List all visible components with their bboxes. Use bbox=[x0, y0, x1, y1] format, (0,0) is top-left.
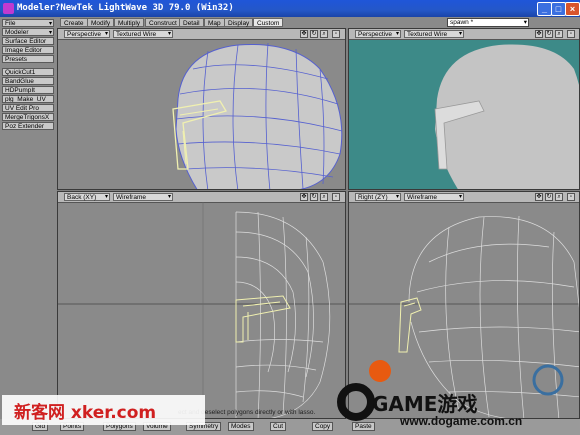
move-view-icon[interactable]: ✥ bbox=[300, 193, 308, 201]
axis-label: (XY) bbox=[83, 194, 97, 201]
tab-bar: Create Modify Multiply Construct Detail … bbox=[57, 17, 580, 28]
close-button[interactable]: × bbox=[565, 2, 580, 16]
file-menu[interactable]: File bbox=[2, 19, 54, 27]
render-mode-select[interactable]: Textured Wire bbox=[404, 30, 464, 38]
maximize-view-icon[interactable]: ▫ bbox=[567, 193, 575, 201]
maximize-button[interactable]: □ bbox=[551, 2, 566, 16]
quickcut-button[interactable]: QuickCut1 bbox=[2, 68, 54, 76]
render-mode-select[interactable]: Wireframe bbox=[404, 193, 464, 201]
tab-map[interactable]: Map bbox=[204, 18, 225, 27]
view-type-select[interactable]: Back (XY) bbox=[64, 193, 110, 201]
merge-trigons-button[interactable]: MergeTrigonsX bbox=[2, 113, 54, 121]
tab-construct[interactable]: Construct bbox=[145, 18, 181, 27]
bandglue-button[interactable]: BandGlue bbox=[2, 77, 54, 85]
zoom-view-icon[interactable]: ⌕ bbox=[555, 30, 563, 38]
uv-edit-pro-button[interactable]: UV Edit Pro bbox=[2, 104, 54, 112]
viewport-back[interactable]: Back (XY) Wireframe ✥ ↻ ⌕ ▫ bbox=[57, 191, 346, 419]
move-view-icon[interactable]: ✥ bbox=[535, 193, 543, 201]
rotate-view-icon[interactable]: ↻ bbox=[545, 193, 553, 201]
dogame-brand: GAME游戏 bbox=[372, 392, 478, 416]
presets-button[interactable]: Presets bbox=[2, 55, 54, 63]
maximize-view-icon[interactable]: ▫ bbox=[567, 30, 575, 38]
minimize-button[interactable]: _ bbox=[537, 2, 552, 16]
view-name: Back bbox=[67, 194, 82, 201]
make-uv-button[interactable]: plg_Make_UV_ bbox=[2, 95, 54, 103]
maximize-view-icon[interactable]: ▫ bbox=[332, 30, 340, 38]
head-model-perspective bbox=[172, 42, 343, 189]
spawn-select[interactable]: spawn * bbox=[447, 18, 529, 27]
tab-display[interactable]: Display bbox=[224, 18, 254, 27]
modeler-menu[interactable]: Modeler bbox=[2, 28, 54, 36]
tab-multiply[interactable]: Multiply bbox=[114, 18, 145, 27]
head-render-perspective bbox=[434, 44, 579, 189]
tab-modify[interactable]: Modify bbox=[87, 18, 115, 27]
poz-extender-button[interactable]: Poz Extender bbox=[2, 122, 54, 130]
zoom-view-icon[interactable]: ⌕ bbox=[555, 193, 563, 201]
viewport-perspective-right[interactable]: Perspective Textured Wire ✥ ↻ ⌕ ▫ bbox=[348, 28, 580, 190]
move-view-icon[interactable]: ✥ bbox=[535, 30, 543, 38]
tab-create[interactable]: Create bbox=[60, 18, 88, 27]
zoom-view-icon[interactable]: ⌕ bbox=[320, 30, 328, 38]
rotate-view-icon[interactable]: ↻ bbox=[545, 30, 553, 38]
tab-detail[interactable]: Detail bbox=[179, 18, 204, 27]
render-mode-select[interactable]: Wireframe bbox=[113, 193, 173, 201]
app-icon bbox=[3, 3, 14, 14]
dogame-url: www.dogame.com.cn bbox=[400, 414, 523, 428]
surface-editor-button[interactable]: Surface Editor bbox=[2, 37, 54, 45]
view-type-select[interactable]: Right (ZY) bbox=[355, 193, 401, 201]
title-bar: Modeler?NewTek LightWave 3D 79.0 (Win32)… bbox=[0, 0, 580, 17]
axis-label: (ZY) bbox=[375, 194, 388, 201]
copy-button[interactable]: Copy bbox=[312, 422, 334, 431]
watermark-xker: 新客网 xker.com bbox=[2, 395, 205, 425]
maximize-view-icon[interactable]: ▫ bbox=[332, 193, 340, 201]
view-type-select[interactable]: Perspective bbox=[64, 30, 110, 38]
modes-button[interactable]: Modes bbox=[228, 422, 254, 431]
move-view-icon[interactable]: ✥ bbox=[300, 30, 308, 38]
window-title: Modeler?NewTek LightWave 3D 79.0 (Win32) bbox=[17, 3, 234, 13]
render-mode-select[interactable]: Textured Wire bbox=[113, 30, 173, 38]
view-type-select[interactable]: Perspective bbox=[355, 30, 401, 38]
image-editor-button[interactable]: Image Editor bbox=[2, 46, 54, 54]
view-name: Right bbox=[358, 194, 374, 201]
watermark-dogame: GAME游戏 www.dogame.com.cn bbox=[336, 352, 576, 430]
rotate-view-icon[interactable]: ↻ bbox=[310, 193, 318, 201]
hdpumpit-button[interactable]: HDPumpIt bbox=[2, 86, 54, 94]
toolbar-sidebar: File Modeler Surface Editor Image Editor… bbox=[0, 17, 57, 427]
head-wireframe-back bbox=[58, 202, 345, 418]
viewport-perspective-left[interactable]: Perspective Textured Wire ✥ ↻ ⌕ ▫ bbox=[57, 28, 346, 190]
rotate-view-icon[interactable]: ↻ bbox=[310, 30, 318, 38]
tab-custom[interactable]: Custom bbox=[253, 18, 284, 27]
watermark-xker-text: 新客网 xker.com bbox=[14, 403, 157, 423]
zoom-view-icon[interactable]: ⌕ bbox=[320, 193, 328, 201]
cut-button[interactable]: Cut bbox=[270, 422, 287, 431]
